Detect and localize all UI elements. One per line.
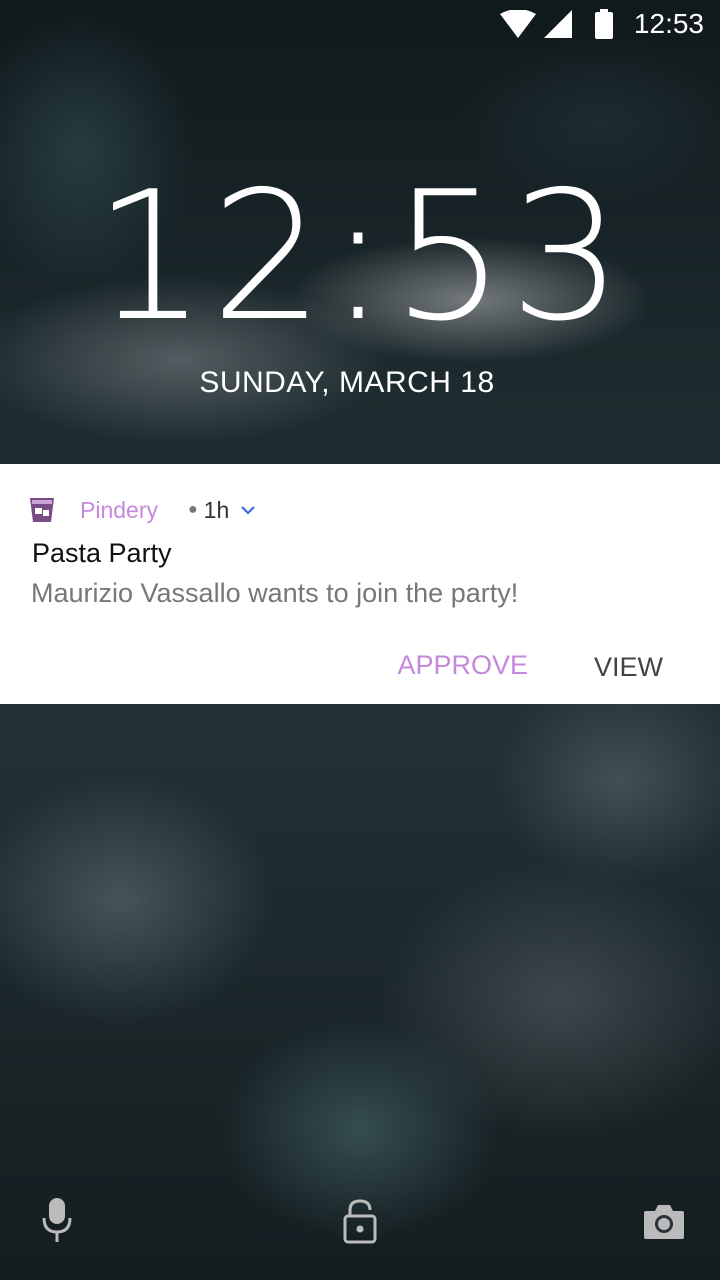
lock-clock: 12:53 [93,153,627,360]
status-icons [500,9,614,39]
notification-header[interactable]: Pindery ● 1h [28,494,257,526]
lock-icon[interactable] [342,1198,378,1246]
approve-button[interactable]: APPROVE [397,650,528,681]
view-button[interactable]: VIEW [594,652,663,683]
notification-title: Pasta Party [32,538,172,568]
notification-time: 1h [203,496,230,523]
status-time: 12:53 [633,8,704,39]
microphone-icon[interactable] [40,1196,74,1244]
separator-dot: ● [187,501,198,518]
status-bar: 12:53 [0,0,720,48]
notification-card[interactable]: Pindery ● 1h Pasta Party Maurizio Vassal… [0,464,720,704]
notification-app-name: Pindery [80,496,158,523]
notification-text: Maurizio Vassallo wants to join the part… [31,578,519,608]
pindery-app-icon [30,498,54,522]
chevron-down-icon[interactable] [239,501,257,519]
lock-date: SUNDAY, MARCH 18 [199,366,495,399]
signal-icon [544,10,572,38]
wifi-icon [500,10,536,38]
battery-icon [595,9,613,39]
camera-icon[interactable] [642,1203,686,1241]
